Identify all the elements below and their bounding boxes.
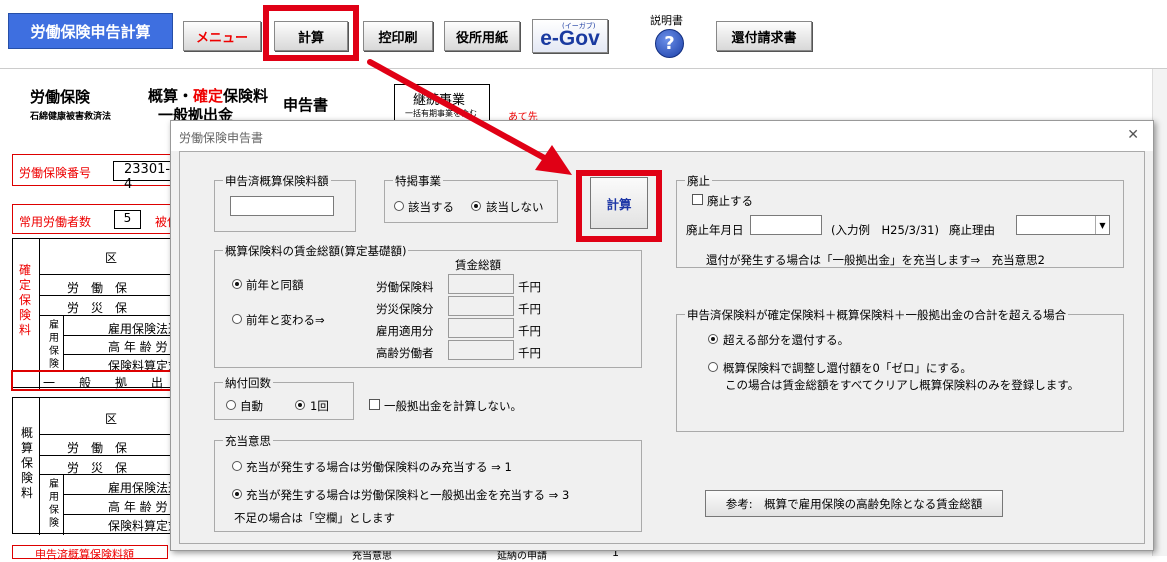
pointer-arrow-icon xyxy=(367,59,572,175)
